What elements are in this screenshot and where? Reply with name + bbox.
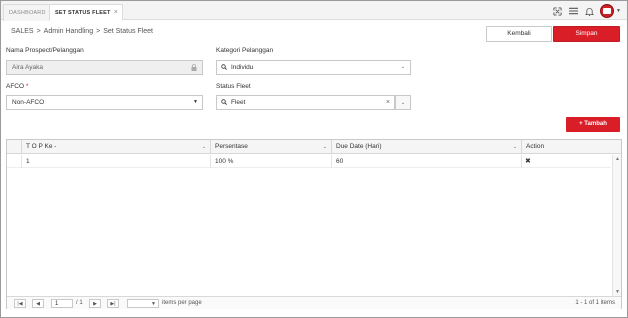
column-action: Action <box>521 140 621 154</box>
breadcrumb: SALES > Admin Handling > Set Status Flee… <box>11 28 153 35</box>
kembali-button[interactable]: Kembali <box>486 26 552 42</box>
top-grid: T O P Ke - ⌄ Persentase ⌄ Due Date (Hari… <box>6 139 622 309</box>
nama-label: Nama Prospect/Pelanggan <box>6 47 84 54</box>
search-icon <box>221 61 227 76</box>
first-page-button[interactable]: |◀ <box>14 299 26 308</box>
afco-label: AFCO * <box>6 83 28 90</box>
scroll-up-icon[interactable]: ▲ <box>615 156 620 162</box>
items-per-page-label: items per page <box>162 300 202 306</box>
chevron-down-icon[interactable]: ⌄ <box>513 140 517 154</box>
delete-icon[interactable]: ✖ <box>521 155 611 168</box>
afco-select[interactable]: Non-AFCO ▼ <box>6 95 203 110</box>
chevron-down-icon[interactable]: ⌄ <box>202 140 206 154</box>
tab-dashboard[interactable]: DASHBOARD <box>3 4 52 21</box>
column-top-ke[interactable]: T O P Ke - ⌄ <box>21 140 210 154</box>
vertical-scrollbar[interactable]: ▲ ▼ <box>612 155 621 296</box>
grid-header-gutter <box>7 140 21 154</box>
cell-top-ke: 1 <box>21 155 210 168</box>
bell-icon[interactable] <box>584 6 594 16</box>
simpan-button[interactable]: Simpan <box>553 26 620 42</box>
table-row[interactable]: 1 100 % 60 ✖ <box>7 155 611 168</box>
tab-set-status-fleet[interactable]: SET STATUS FLEET × <box>49 4 123 21</box>
kategori-label: Kategori Pelanggan <box>216 47 274 54</box>
close-tab-icon[interactable]: × <box>114 5 118 21</box>
caret-down-icon: ▼ <box>151 301 156 307</box>
afco-value: Non-AFCO <box>12 99 45 106</box>
column-label: T O P Ke - <box>26 143 57 150</box>
column-label: Action <box>526 143 545 150</box>
top-toolbar: ▼ <box>552 3 621 19</box>
page-size-select[interactable]: ▼ <box>127 299 159 308</box>
nama-value: Aira Ayaka <box>12 64 43 71</box>
page-number-input[interactable]: 1 <box>51 299 73 308</box>
avatar-card-icon <box>603 8 612 14</box>
status-fleet-value: Fleet <box>231 99 246 106</box>
tambah-button[interactable]: + Tambah <box>566 117 620 132</box>
last-page-button[interactable]: ▶| <box>107 299 119 308</box>
caret-down-icon: ▼ <box>193 99 198 105</box>
cell-persentase: 100 % <box>210 155 331 168</box>
column-due-date[interactable]: Due Date (Hari) ⌄ <box>331 140 521 154</box>
next-page-button[interactable]: ▶ <box>89 299 101 308</box>
clear-icon[interactable]: × <box>386 96 390 109</box>
column-label: Persentase <box>215 143 248 150</box>
column-persentase[interactable]: Persentase ⌄ <box>210 140 331 154</box>
fullscreen-icon[interactable] <box>552 6 562 16</box>
row-gutter <box>7 155 21 168</box>
scroll-down-icon[interactable]: ▼ <box>615 289 620 295</box>
prev-page-button[interactable]: ◀ <box>32 299 44 308</box>
status-fleet-dropdown-button[interactable]: ⌄ <box>395 95 411 110</box>
breadcrumb-admin-handling[interactable]: Admin Handling <box>44 28 93 35</box>
pager: |◀ ◀ 1 / 1 ▶ ▶| ▼ items per page 1 - 1 o… <box>7 296 621 309</box>
breadcrumb-separator: > <box>36 28 41 35</box>
required-marker: * <box>25 83 29 90</box>
breadcrumb-separator: > <box>96 28 101 35</box>
nama-field: Aira Ayaka <box>6 60 203 75</box>
afco-label-text: AFCO <box>6 83 25 90</box>
page-total: / 1 <box>76 300 83 306</box>
grid-header: T O P Ke - ⌄ Persentase ⌄ Due Date (Hari… <box>7 140 621 154</box>
breadcrumb-current: Set Status Fleet <box>103 28 153 35</box>
pager-summary: 1 - 1 of 1 items <box>575 300 615 306</box>
tab-bar: DASHBOARD SET STATUS FLEET × ▼ <box>1 1 627 21</box>
cell-due-date: 60 <box>331 155 521 168</box>
chevron-down-icon: ⌄ <box>400 100 406 106</box>
tab-label: SET STATUS FLEET <box>55 10 111 16</box>
lock-icon <box>191 61 197 77</box>
status-fleet-input[interactable]: Fleet × <box>216 95 395 110</box>
status-fleet-label: Status Fleet <box>216 83 251 90</box>
user-avatar[interactable] <box>600 4 615 18</box>
chevron-down-icon[interactable]: ⌄ <box>323 140 327 154</box>
column-label: Due Date (Hari) <box>336 143 382 150</box>
breadcrumb-sales[interactable]: SALES <box>11 28 34 35</box>
chevron-down-icon: ⌄ <box>400 64 405 70</box>
chevron-down-icon[interactable]: ▼ <box>616 8 621 14</box>
kategori-value: Individu <box>231 64 254 71</box>
search-icon <box>221 96 227 111</box>
kategori-select[interactable]: Individu ⌄ <box>216 60 411 75</box>
menu-icon[interactable] <box>568 6 578 16</box>
